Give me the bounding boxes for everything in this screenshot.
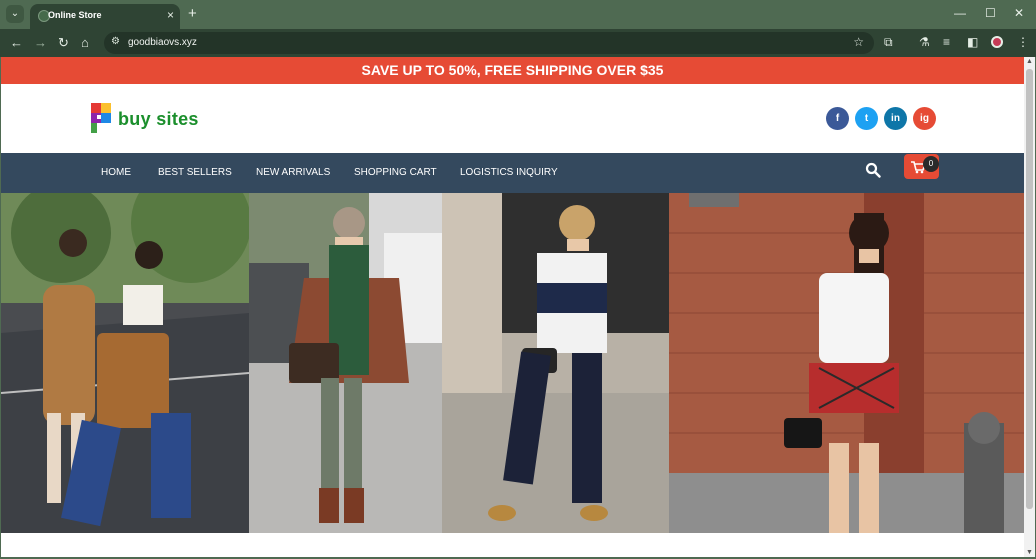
scroll-up-icon[interactable]: ▲ [1026,58,1033,65]
back-icon[interactable]: ← [10,35,23,50]
hero-photo-1[interactable] [1,193,249,533]
nav-best-sellers[interactable]: BEST SELLERS [158,167,232,178]
tab-search-button[interactable]: ⌄ [6,5,24,23]
nav-shopping-cart[interactable]: SHOPPING CART [354,167,437,178]
nav-home[interactable]: HOME [101,167,131,178]
profile-avatar[interactable] [991,36,1003,48]
minimize-icon[interactable]: — [954,6,966,20]
star-icon[interactable]: ☆ [853,35,864,49]
cart-count-badge: 0 [923,156,939,172]
extensions-icon[interactable]: ⧉ [884,35,893,50]
browser-toolbar: ← → ↻ ⌂ ⚙ goodbiaovs.xyz ☆ ⧉ ⚗ ≡ ◧ ⋮ [0,29,1036,57]
forward-icon[interactable]: → [34,35,47,50]
page-viewport: SAVE UP TO 50%, FREE SHIPPING OVER $35 b… [1,57,1035,557]
cart-button[interactable]: 0 [904,154,939,179]
nav-new-arrivals[interactable]: NEW ARRIVALS [256,167,330,178]
sidepanel-icon[interactable]: ◧ [967,35,978,49]
tab-strip: ⌄ Online Store × + — ☐ ✕ [0,0,1036,29]
tab-title: Online Store [48,10,102,20]
browser-window: ⌄ Online Store × + — ☐ ✕ ← → ↻ ⌂ ⚙ goodb… [0,0,1036,559]
main-nav: HOME BEST SELLERS NEW ARRIVALS SHOPPING … [1,153,1024,193]
site-header: buy sites f t in ig [1,84,1024,153]
instagram-icon[interactable]: ig [913,107,936,130]
hero-photo-3[interactable] [442,193,669,533]
labs-icon[interactable]: ⚗ [919,35,930,49]
reload-icon[interactable]: ↻ [58,35,69,51]
page-below-hero [1,533,1024,557]
logo-icon[interactable] [89,101,113,135]
hero-photo-2[interactable] [249,193,442,533]
logo-text[interactable]: buy sites [118,109,199,130]
facebook-icon[interactable]: f [826,107,849,130]
scroll-down-icon[interactable]: ▼ [1026,549,1033,556]
browser-tab[interactable]: Online Store × [30,4,180,29]
hero-banner[interactable] [1,193,1024,533]
page-scrollbar[interactable]: ▲ ▼ [1024,57,1035,557]
nav-logistics-inquiry[interactable]: LOGISTICS INQUIRY [460,167,558,178]
search-icon[interactable] [865,162,881,178]
site-info-icon[interactable]: ⚙ [111,36,120,47]
url-text[interactable]: goodbiaovs.xyz [128,37,197,48]
linkedin-icon[interactable]: in [884,107,907,130]
menu-icon[interactable]: ⋮ [1017,35,1029,49]
twitter-icon[interactable]: t [855,107,878,130]
address-bar[interactable]: ⚙ goodbiaovs.xyz ☆ [104,32,874,54]
scrollbar-thumb[interactable] [1026,69,1033,509]
tab-close-icon[interactable]: × [167,8,174,22]
maximize-icon[interactable]: ☐ [985,6,996,20]
home-icon[interactable]: ⌂ [81,35,89,50]
close-window-icon[interactable]: ✕ [1014,6,1024,20]
media-icon[interactable]: ≡ [943,35,950,49]
new-tab-button[interactable]: + [188,5,197,22]
hero-photo-4[interactable] [669,193,1024,533]
promo-banner: SAVE UP TO 50%, FREE SHIPPING OVER $35 [1,57,1024,84]
